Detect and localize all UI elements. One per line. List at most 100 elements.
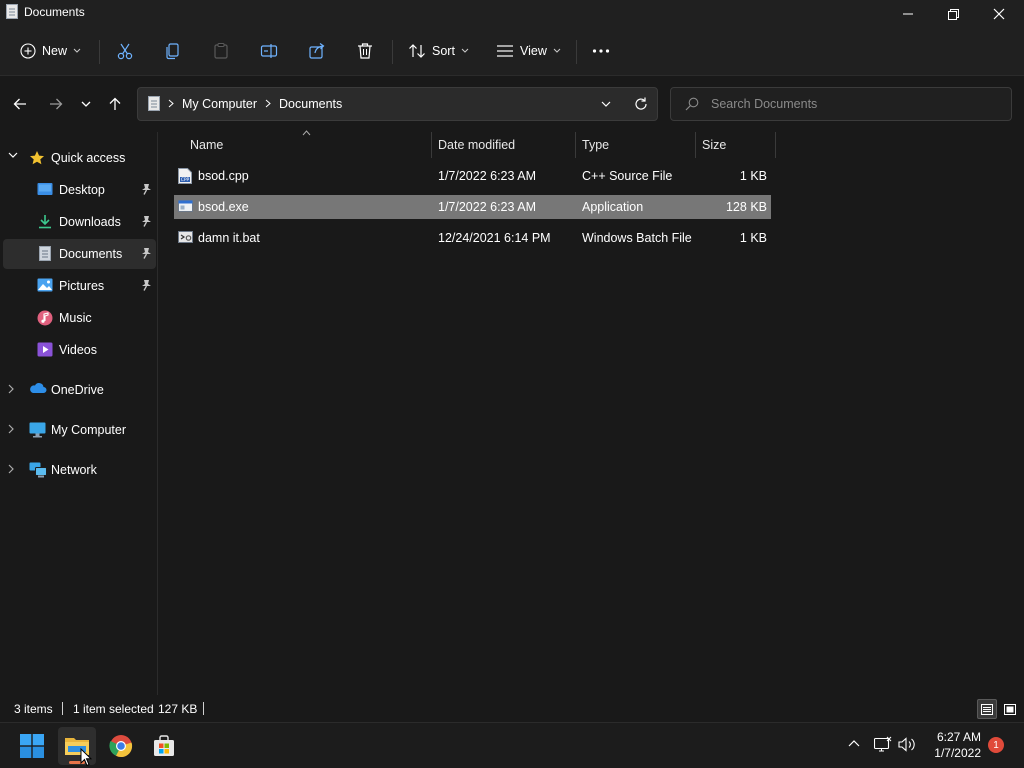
file-name: damn it.bat: [198, 231, 260, 245]
pin-icon[interactable]: [141, 215, 152, 227]
recent-locations-button[interactable]: [74, 92, 98, 116]
sidebar-item-label: OneDrive: [51, 383, 104, 397]
column-header-name[interactable]: Name: [190, 132, 223, 158]
file-name: bsod.exe: [198, 200, 249, 214]
address-bar[interactable]: My Computer Documents: [137, 87, 658, 121]
search-input[interactable]: Search Documents: [670, 87, 1012, 121]
sidebar-item-downloads[interactable]: Downloads: [3, 207, 156, 237]
chevron-down-icon: [73, 48, 81, 54]
notification-badge[interactable]: 1: [988, 737, 1004, 753]
search-icon: [685, 97, 699, 111]
exe-file-icon: [178, 199, 193, 213]
show-hidden-icons-chevron-icon[interactable]: [848, 739, 860, 747]
sidebar-item-my-computer[interactable]: My Computer: [3, 415, 156, 445]
navigation-pane: Quick access Desktop Downloads Documents…: [0, 132, 158, 695]
file-date: 1/7/2022 6:23 AM: [438, 200, 536, 214]
taskbar: 6:27 AM 1/7/2022 1: [0, 722, 1024, 768]
file-row[interactable]: damn it.bat 12/24/2021 6:14 PM Windows B…: [174, 226, 771, 250]
breadcrumb: My Computer Documents: [148, 96, 342, 111]
pin-icon[interactable]: [141, 247, 152, 259]
address-history-chevron-icon[interactable]: [601, 101, 611, 108]
new-label: New: [42, 44, 68, 58]
copy-button[interactable]: [164, 36, 182, 66]
pin-icon[interactable]: [141, 183, 152, 195]
sidebar-item-pictures[interactable]: Pictures: [3, 271, 156, 301]
chevron-right-icon: [265, 99, 271, 108]
sidebar-item-videos[interactable]: Videos: [3, 335, 156, 365]
document-icon: [148, 96, 160, 111]
file-row[interactable]: bsod.exe 1/7/2022 6:23 AM Application 12…: [174, 195, 771, 219]
forward-button[interactable]: [44, 92, 68, 116]
breadcrumb-documents[interactable]: Documents: [279, 97, 342, 111]
network-status-icon[interactable]: [874, 736, 892, 752]
rename-button[interactable]: [260, 36, 278, 66]
share-button[interactable]: [308, 36, 326, 66]
new-button[interactable]: New: [20, 36, 81, 66]
sidebar-item-documents[interactable]: Documents: [3, 239, 156, 269]
column-header-type[interactable]: Type: [582, 132, 609, 158]
chevron-down-icon[interactable]: [8, 152, 18, 159]
document-window-icon: [6, 4, 18, 19]
system-clock[interactable]: 6:27 AM 1/7/2022: [925, 729, 981, 761]
column-divider[interactable]: [431, 132, 432, 158]
details-view-button[interactable]: [977, 699, 997, 719]
column-header-date[interactable]: Date modified: [438, 132, 515, 158]
tiles-view-button[interactable]: [1000, 699, 1020, 719]
title-bar: Documents: [0, 0, 1024, 28]
sidebar-item-network[interactable]: Network: [3, 455, 156, 485]
status-bar: 3 items 1 item selected 127 KB: [0, 695, 1024, 722]
list-view-icon: [496, 44, 514, 58]
delete-button[interactable]: [356, 36, 374, 66]
toolbar-divider: [576, 40, 577, 64]
chevron-right-icon[interactable]: [8, 424, 15, 434]
sidebar-item-label: Network: [51, 463, 97, 477]
column-header-size[interactable]: Size: [702, 132, 726, 158]
column-divider[interactable]: [575, 132, 576, 158]
file-row[interactable]: CPP bsod.cpp 1/7/2022 6:23 AM C++ Source…: [174, 164, 771, 188]
document-icon: [39, 246, 51, 261]
address-row: My Computer Documents Search Documents: [0, 76, 1024, 132]
minimize-button[interactable]: [885, 0, 931, 28]
sidebar-item-label: Pictures: [59, 279, 105, 293]
scissors-icon: [116, 42, 134, 60]
file-list: Name Date modified Type Size CPP bsod.cp…: [159, 130, 1024, 695]
pin-icon[interactable]: [141, 279, 152, 291]
refresh-icon[interactable]: [634, 97, 648, 111]
cloud-icon: [29, 382, 47, 394]
status-divider: [62, 702, 63, 715]
computer-icon: [29, 422, 46, 438]
star-icon: [29, 150, 45, 166]
sidebar-item-quick-access[interactable]: Quick access: [3, 143, 156, 173]
start-button[interactable]: [13, 727, 51, 765]
view-button[interactable]: View: [496, 36, 561, 66]
toolbar-divider: [99, 40, 100, 64]
network-icon: [29, 462, 47, 478]
chrome-icon: [109, 734, 133, 758]
taskbar-store[interactable]: [145, 727, 183, 765]
sort-label: Sort: [432, 44, 455, 58]
up-button[interactable]: [103, 92, 127, 116]
search-placeholder: Search Documents: [711, 97, 818, 111]
windows-logo-icon: [20, 734, 44, 758]
back-button[interactable]: [8, 92, 32, 116]
column-divider[interactable]: [695, 132, 696, 158]
taskbar-chrome[interactable]: [102, 727, 140, 765]
trash-icon: [356, 42, 374, 60]
sidebar-item-onedrive[interactable]: OneDrive: [3, 375, 156, 405]
sidebar-item-desktop[interactable]: Desktop: [3, 175, 156, 205]
volume-icon[interactable]: [898, 737, 916, 752]
chevron-right-icon[interactable]: [8, 464, 15, 474]
file-type: Application: [582, 200, 644, 214]
restore-button[interactable]: [930, 0, 976, 28]
column-divider[interactable]: [775, 132, 776, 158]
breadcrumb-my-computer[interactable]: My Computer: [182, 97, 257, 111]
cut-button[interactable]: [116, 36, 134, 66]
sidebar-item-music[interactable]: Music: [3, 303, 156, 333]
more-options-button[interactable]: [592, 36, 610, 66]
close-button[interactable]: [976, 0, 1022, 28]
videos-icon: [37, 342, 53, 357]
chevron-right-icon[interactable]: [8, 384, 15, 394]
paste-button[interactable]: [212, 36, 230, 66]
sort-button[interactable]: Sort: [408, 36, 469, 66]
file-size: 128 KB: [725, 200, 767, 214]
